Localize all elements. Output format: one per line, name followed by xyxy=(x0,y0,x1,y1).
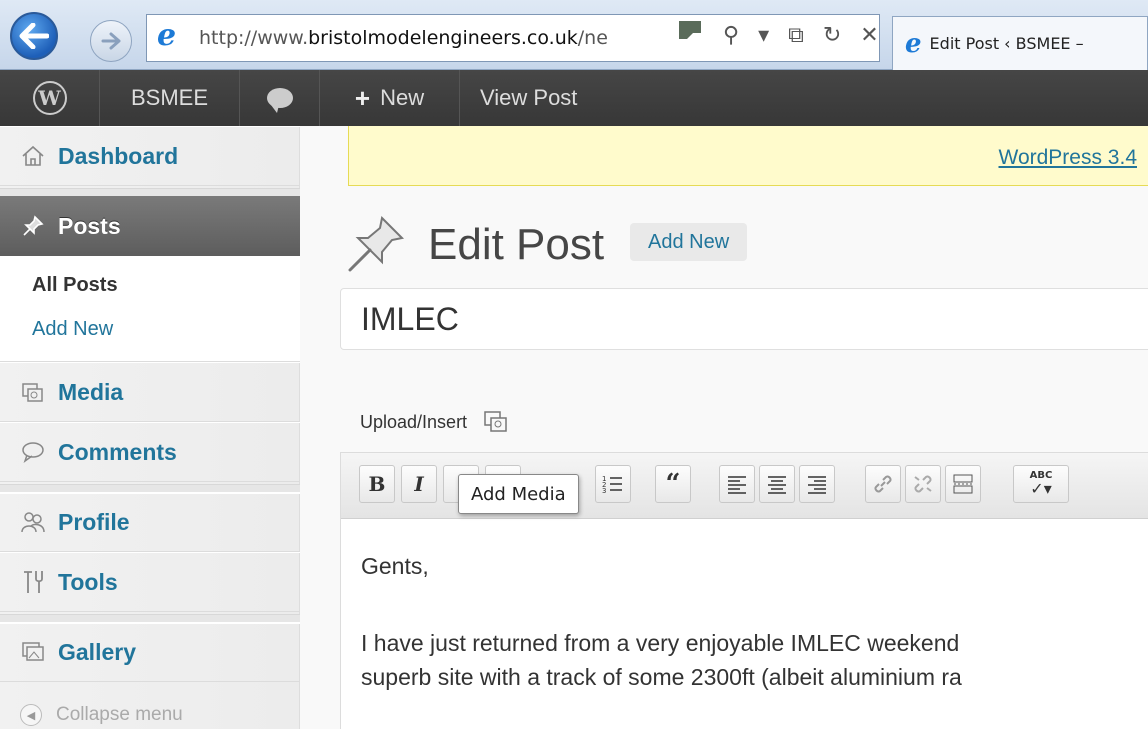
align-center-icon xyxy=(768,476,786,494)
comment-bubble-icon xyxy=(266,88,293,113)
menu-posts[interactable]: Posts xyxy=(0,196,318,256)
address-bar[interactable]: e http://www.bristolmodelengineers.co.uk… xyxy=(146,14,880,62)
body-paragraph: I have just returned from a very enjoyab… xyxy=(361,629,960,656)
new-label: New xyxy=(380,85,425,110)
unlink-button[interactable] xyxy=(905,465,941,503)
update-notice-link[interactable]: WordPress 3.4 xyxy=(999,146,1138,170)
forward-arrow-icon xyxy=(101,32,121,50)
numbered-list-icon: 123 xyxy=(602,475,622,495)
submenu-all-posts[interactable]: All Posts xyxy=(32,274,118,297)
more-tag-icon xyxy=(953,474,973,494)
add-media-icon[interactable] xyxy=(483,410,509,434)
menu-gallery[interactable]: Gallery xyxy=(0,622,300,682)
comments-icon xyxy=(20,439,46,465)
forward-button[interactable] xyxy=(90,20,132,62)
align-left-icon xyxy=(728,476,746,494)
ie-tab-icon: e xyxy=(905,28,922,59)
collapse-arrow-icon: ◀ xyxy=(20,704,42,726)
update-notice: WordPress 3.4 xyxy=(348,126,1148,186)
post-title-input[interactable]: IMLEC xyxy=(340,288,1148,350)
upload-insert-row: Upload/Insert xyxy=(360,410,509,434)
menu-label: Gallery xyxy=(58,638,136,665)
menu-profile[interactable]: Profile xyxy=(0,492,300,552)
site-name-link[interactable]: BSMEE xyxy=(100,70,240,126)
menu-label: Profile xyxy=(58,508,130,535)
media-icon xyxy=(20,379,46,405)
menu-comments[interactable]: Comments xyxy=(0,422,300,482)
menu-label: Dashboard xyxy=(58,142,179,169)
main-content: WordPress 3.4 Edit Post Add New IMLEC Up… xyxy=(300,126,1148,729)
insert-more-button[interactable] xyxy=(945,465,981,503)
menu-tools[interactable]: Tools xyxy=(0,552,300,612)
view-post-link[interactable]: View Post xyxy=(460,70,597,126)
pushpin-icon xyxy=(348,215,405,272)
menu-label: Tools xyxy=(58,568,118,595)
body-paragraph: Gents, xyxy=(361,553,429,579)
menu-media[interactable]: Media xyxy=(0,362,300,422)
align-right-button[interactable] xyxy=(799,465,835,503)
admin-sidebar: Dashboard Posts All Posts Add New Media … xyxy=(0,126,318,729)
address-url[interactable]: http://www.bristolmodelengineers.co.uk/n… xyxy=(199,27,608,49)
italic-button[interactable]: I xyxy=(401,465,437,503)
browser-toolbar: e http://www.bristolmodelengineers.co.uk… xyxy=(0,0,1148,70)
wordpress-logo-icon: W xyxy=(32,81,67,115)
page-title: Edit Post xyxy=(428,220,605,269)
spellcheck-button[interactable]: ABC ✓▾ xyxy=(1013,465,1069,503)
menu-label: Media xyxy=(58,378,124,405)
numbered-list-button[interactable]: 123 xyxy=(595,465,631,503)
blockquote-button[interactable]: “ xyxy=(655,465,691,503)
submenu-add-new[interactable]: Add New xyxy=(32,318,113,341)
menu-dashboard[interactable]: Dashboard xyxy=(0,126,300,186)
add-new-button[interactable]: Add New xyxy=(630,223,748,261)
back-button[interactable] xyxy=(10,12,58,60)
pushpin-icon xyxy=(20,213,46,239)
wp-logo-menu[interactable]: W xyxy=(0,70,100,126)
upload-insert-label: Upload/Insert xyxy=(360,411,468,432)
browser-tab[interactable]: e Edit Post ‹ BSMEE – xyxy=(892,16,1148,70)
checkmark-icon: ✓▾ xyxy=(1030,479,1052,498)
menu-label: Comments xyxy=(58,438,177,465)
svg-text:3: 3 xyxy=(602,487,606,495)
align-center-button[interactable] xyxy=(759,465,795,503)
align-left-button[interactable] xyxy=(719,465,755,503)
bold-button[interactable]: B xyxy=(359,465,395,503)
editor-body[interactable]: Gents, I have just returned from a very … xyxy=(361,549,1148,729)
gallery-icon xyxy=(20,639,46,665)
collapse-menu-button[interactable]: ◀ Collapse menu xyxy=(20,704,183,726)
new-content-menu[interactable]: + New xyxy=(320,70,460,126)
flag-icon xyxy=(679,21,703,45)
admin-bar: W BSMEE + New View Post xyxy=(0,70,1148,126)
menu-label: Posts xyxy=(58,212,121,239)
link-icon xyxy=(874,475,892,493)
home-icon xyxy=(20,143,46,169)
add-media-tooltip: Add Media xyxy=(458,474,579,514)
plus-icon: + xyxy=(354,82,371,113)
users-icon xyxy=(20,509,46,535)
comments-link[interactable] xyxy=(240,70,320,126)
align-right-icon xyxy=(808,476,826,494)
unlink-icon xyxy=(914,475,932,493)
body-paragraph: superb site with a track of some 2300ft … xyxy=(361,664,962,690)
tools-icon xyxy=(20,569,46,595)
collapse-label: Collapse menu xyxy=(56,704,183,725)
ie-page-icon: e xyxy=(157,18,177,53)
tab-title: Edit Post ‹ BSMEE – xyxy=(929,34,1084,53)
posts-submenu: All Posts Add New xyxy=(0,256,300,362)
insert-link-button[interactable] xyxy=(865,465,901,503)
back-arrow-icon xyxy=(19,23,49,49)
address-tools[interactable]: ⚲ ▾ ⧉ ↻ ✕ xyxy=(723,23,885,48)
